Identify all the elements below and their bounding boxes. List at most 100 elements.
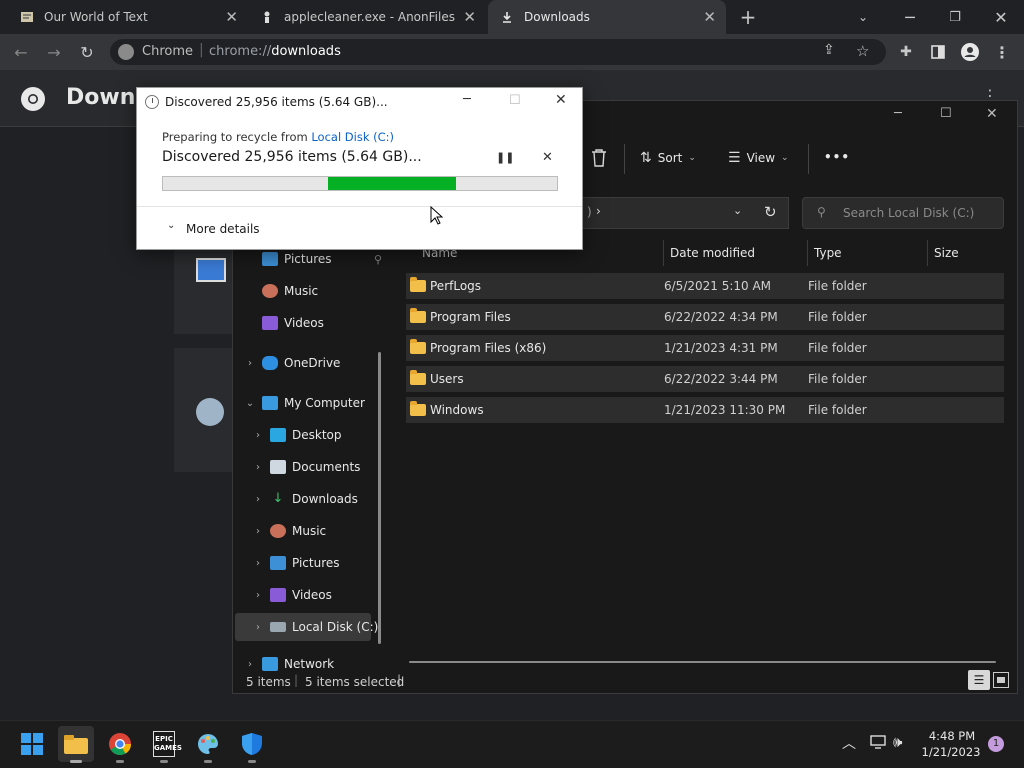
new-tab-button[interactable]: +	[736, 5, 760, 29]
running-indicator	[248, 760, 256, 763]
chevron-down-icon[interactable]: ⌄	[167, 220, 175, 231]
nav-item-pictures[interactable]: › Pictures	[250, 549, 390, 577]
refresh-icon[interactable]: ↻	[764, 203, 777, 221]
divider	[624, 144, 625, 174]
volume-icon[interactable]: 🕪	[893, 733, 902, 751]
pause-icon[interactable]: ❚❚	[496, 151, 514, 164]
column-header-size[interactable]: Size	[934, 246, 959, 260]
reload-icon[interactable]: ↻	[75, 40, 99, 64]
close-window-icon[interactable]: ✕	[989, 5, 1013, 29]
minimize-icon[interactable]: ─	[898, 5, 922, 29]
search-box[interactable]: ⚲ Search Local Disk (C:)	[802, 197, 1004, 229]
notification-badge[interactable]: 1	[988, 736, 1004, 752]
status-item-count: 5 items	[246, 675, 291, 689]
search-icon: ⚲	[817, 205, 826, 219]
minimize-icon[interactable]: ─	[894, 106, 902, 121]
table-row[interactable]: Users 6/22/2022 3:44 PM File folder	[406, 366, 1004, 392]
close-icon[interactable]: ✕	[463, 8, 476, 26]
nav-item-music-quick[interactable]: Music	[242, 277, 382, 305]
source-link[interactable]: Local Disk (C:)	[311, 130, 394, 144]
recycle-progress-dialog: Discovered 25,956 items (5.64 GB)... ─ ☐…	[136, 87, 583, 250]
chevron-right-icon[interactable]: ›	[242, 659, 258, 670]
chevron-right-icon[interactable]: ›	[242, 358, 258, 369]
nav-label: Local Disk (C:)	[292, 620, 379, 634]
chevron-right-icon[interactable]: ›	[250, 430, 266, 441]
horizontal-scrollbar[interactable]	[409, 661, 996, 663]
maximize-icon[interactable]: ☐	[940, 106, 952, 121]
address-bar[interactable]: Chrome | chrome://downloads ⇪ ☆	[110, 39, 886, 65]
chevron-right-icon[interactable]: ›	[250, 622, 266, 633]
nav-item-videos-quick[interactable]: Videos	[242, 309, 382, 337]
nav-item-my-computer[interactable]: ⌄ My Computer	[242, 389, 382, 417]
bookmark-star-icon[interactable]: ☆	[856, 42, 869, 60]
nav-item-music[interactable]: › Music	[250, 517, 390, 545]
chevron-right-icon[interactable]: ›	[250, 558, 266, 569]
tab-downloads[interactable]: Downloads ✕	[488, 0, 726, 34]
share-icon[interactable]: ⇪	[823, 42, 835, 58]
delete-icon[interactable]	[590, 148, 608, 168]
menu-kebab-icon[interactable]: ⋮	[990, 40, 1014, 64]
running-indicator	[70, 760, 82, 763]
nav-item-network[interactable]: › Network	[242, 652, 382, 676]
view-button[interactable]: ☰ View ⌄	[728, 150, 789, 166]
more-details-button[interactable]: More details	[186, 222, 260, 236]
nav-label: OneDrive	[284, 356, 341, 370]
table-row[interactable]: Program Files 6/22/2022 4:34 PM File fol…	[406, 304, 1004, 330]
clock-date[interactable]: 1/21/2023	[920, 745, 982, 759]
restore-icon[interactable]: ❐	[943, 5, 967, 29]
tab-anonfiles[interactable]: applecleaner.exe - AnonFiles ✕	[248, 0, 486, 34]
start-button[interactable]	[14, 726, 50, 762]
column-header-type[interactable]: Type	[814, 246, 842, 260]
taskbar-paint[interactable]	[190, 726, 226, 762]
nav-item-desktop[interactable]: › Desktop	[250, 421, 390, 449]
forward-arrow-icon[interactable]: →	[42, 40, 66, 64]
row-name: Program Files	[430, 310, 511, 324]
nav-item-local-disk[interactable]: › Local Disk (C:)	[250, 613, 390, 641]
table-row[interactable]: PerfLogs 6/5/2021 5:10 AM File folder	[406, 273, 1004, 299]
row-type: File folder	[808, 341, 867, 355]
tab-search-icon[interactable]: ⌄	[851, 5, 875, 29]
back-arrow-icon[interactable]: ←	[9, 40, 33, 64]
nav-item-downloads[interactable]: › ↓ Downloads	[250, 485, 390, 513]
profile-icon[interactable]	[958, 40, 982, 64]
tiles-view-icon[interactable]	[993, 672, 1009, 688]
nav-item-onedrive[interactable]: › OneDrive	[242, 349, 382, 377]
details-view-icon[interactable]: ☰	[968, 670, 990, 690]
table-row[interactable]: Windows 1/21/2023 11:30 PM File folder	[406, 397, 1004, 423]
chevron-right-icon[interactable]: ›	[250, 526, 266, 537]
close-icon[interactable]: ✕	[986, 106, 998, 122]
nav-item-documents[interactable]: › Documents	[250, 453, 390, 481]
tab-our-world-of-text[interactable]: Our World of Text ✕	[8, 0, 248, 34]
chevron-right-icon[interactable]: ›	[250, 494, 266, 505]
clock-time[interactable]: 4:48 PM	[924, 729, 980, 743]
url-scheme: chrome://	[209, 44, 272, 59]
cancel-icon[interactable]: ✕	[542, 150, 553, 165]
sort-button[interactable]: ⇅ Sort ⌄	[640, 150, 696, 166]
taskbar-windows-security[interactable]	[234, 726, 270, 762]
chevron-down-icon[interactable]: ⌄	[733, 204, 742, 217]
taskbar-epic-games[interactable]: EPIC GAMES	[146, 726, 182, 762]
close-icon[interactable]: ✕	[225, 8, 238, 26]
explorer-address-bar[interactable]: ) › ⌄	[583, 197, 789, 229]
nav-item-videos[interactable]: › Videos	[250, 581, 390, 609]
close-icon[interactable]: ✕	[555, 92, 567, 108]
side-panel-icon[interactable]	[926, 40, 950, 64]
minimize-icon[interactable]: ─	[463, 92, 471, 107]
chevron-down-icon[interactable]: ⌄	[242, 398, 258, 409]
close-icon[interactable]: ✕	[703, 8, 716, 26]
table-row[interactable]: Program Files (x86) 1/21/2023 4:31 PM Fi…	[406, 335, 1004, 361]
chevron-right-icon[interactable]: ›	[250, 462, 266, 473]
chevron-up-icon[interactable]: ︿	[842, 733, 856, 753]
network-status-icon[interactable]	[870, 734, 888, 750]
folder-icon	[64, 735, 88, 754]
row-type: File folder	[808, 372, 867, 386]
taskbar-chrome[interactable]	[102, 726, 138, 762]
sort-icon: ⇅	[640, 150, 652, 166]
more-options-button[interactable]: •••	[824, 150, 850, 164]
nav-scrollbar[interactable]	[378, 352, 381, 644]
disk-icon	[270, 622, 286, 632]
column-header-date[interactable]: Date modified	[670, 246, 755, 260]
taskbar-file-explorer[interactable]	[58, 726, 94, 762]
chevron-right-icon[interactable]: ›	[250, 590, 266, 601]
extensions-icon[interactable]: ✚	[894, 40, 918, 64]
